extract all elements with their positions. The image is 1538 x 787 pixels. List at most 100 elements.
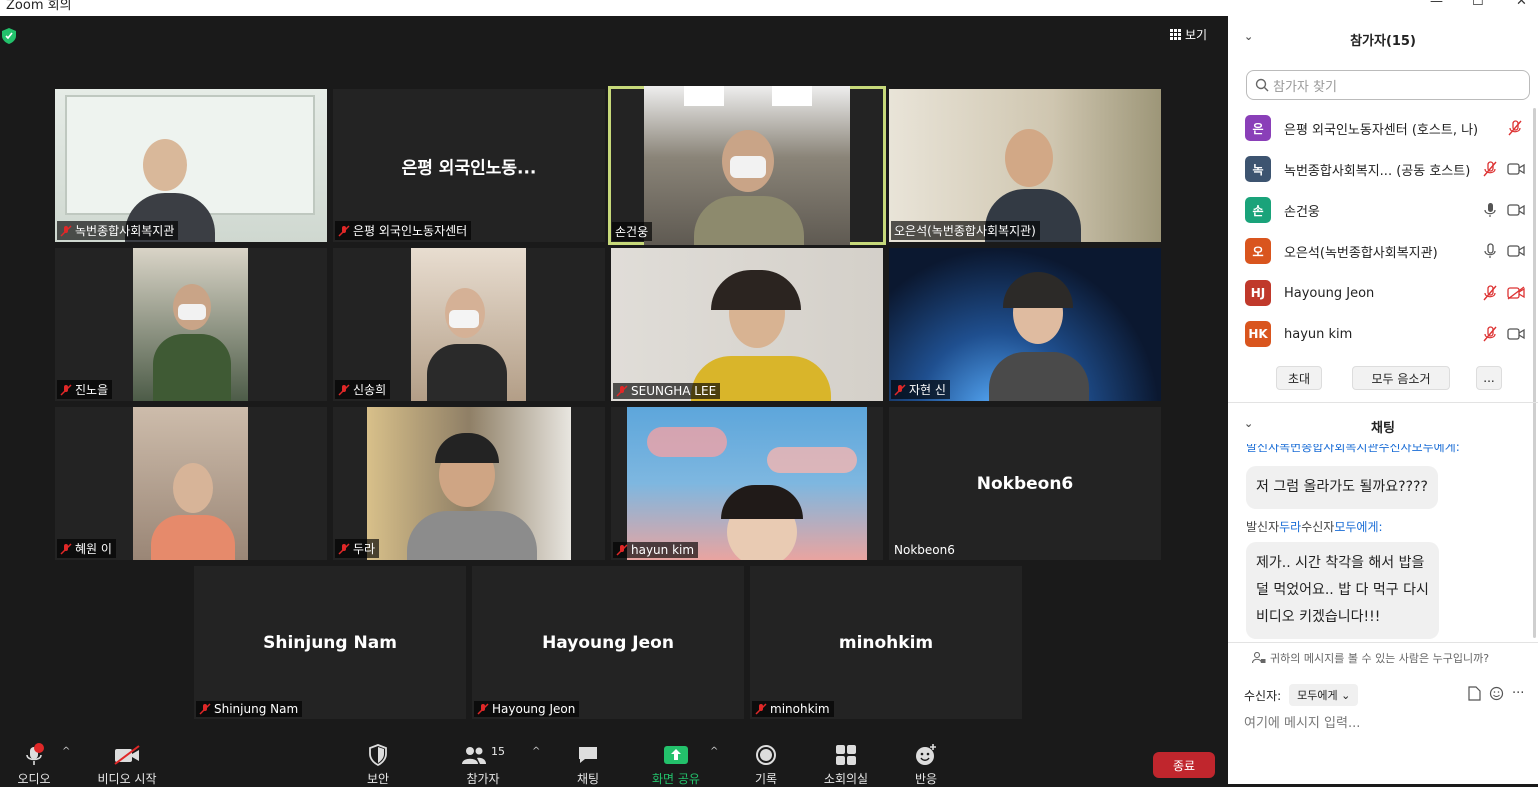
more-chat-options-icon[interactable]: ··· <box>1512 686 1524 701</box>
video-tile-9[interactable]: 혜원 이 <box>55 407 327 560</box>
participant-row[interactable]: HK hayun kim <box>1228 314 1538 354</box>
audio-options-caret[interactable]: ^ <box>62 746 70 757</box>
file-icon[interactable] <box>1468 686 1481 701</box>
minimize-button[interactable]: — <box>1430 0 1443 9</box>
video-on-icon <box>1507 245 1525 257</box>
close-button[interactable]: ✕ <box>1516 0 1527 9</box>
participant-row[interactable]: HJ Hayoung Jeon <box>1228 273 1538 313</box>
video-tile-1[interactable]: 녹번종합사회복지관 <box>55 89 327 242</box>
record-button[interactable]: 기록 <box>726 742 806 787</box>
avatar: 녹 <box>1245 156 1271 182</box>
tile-name: 오은석(녹번종합사회복지관) <box>894 224 1036 238</box>
participant-row[interactable]: 은 은평 외국인노동자센터 (호스트, 나) <box>1228 108 1538 148</box>
tile-display-name: Shinjung Nam <box>263 632 397 653</box>
tile-name-bar: Shinjung Nam <box>196 701 303 717</box>
tile-name: Nokbeon6 <box>894 543 955 557</box>
video-tile-14[interactable]: Hayoung Jeon Hayoung Jeon <box>472 566 744 719</box>
reactions-button[interactable]: 반응 <box>886 742 966 787</box>
collapse-chevron-icon[interactable]: ⌄ <box>1244 30 1253 43</box>
participant-row[interactable]: 오 오은석(녹번종합사회복지관) <box>1228 231 1538 271</box>
mic-muted-icon <box>338 383 350 396</box>
recipient-dropdown[interactable]: 모두에게 ⌄ <box>1289 684 1359 706</box>
mute-all-button[interactable]: 모두 음소거 <box>1352 366 1450 390</box>
video-feed <box>133 248 248 401</box>
participant-search-input[interactable]: 참가자 찾기 <box>1246 70 1530 100</box>
tile-name-bar: Nokbeon6 <box>891 542 959 558</box>
avatar: 손 <box>1245 197 1271 223</box>
reaction-emoji-icon <box>916 744 936 765</box>
breakout-rooms-button[interactable]: 소회의실 <box>806 742 886 787</box>
tile-name-bar: 두라 <box>335 539 380 558</box>
view-button[interactable]: 보기 <box>1170 26 1207 43</box>
video-tile-2[interactable]: 은평 외국인노동... 은평 외국인노동자센터 <box>333 89 605 242</box>
mic-muted-icon <box>60 224 72 237</box>
participant-name: 오은석(녹번종합사회복지관) <box>1284 245 1438 261</box>
share-screen-label: 화면 공유 <box>652 772 700 786</box>
video-tile-5[interactable]: 진노을 <box>55 248 327 401</box>
video-feed <box>644 86 850 245</box>
window-title: Zoom 회의 <box>6 0 72 13</box>
video-feed <box>889 248 1161 401</box>
microphone-icon <box>26 743 44 765</box>
tile-name: SEUNGHA LEE <box>631 384 717 398</box>
mic-muted-icon <box>1508 120 1522 136</box>
tile-name-bar: 진노을 <box>57 380 113 399</box>
participants-count: 15 <box>491 744 505 758</box>
participants-options-caret[interactable]: ^ <box>532 746 540 757</box>
chat-message-input[interactable]: 여기에 메시지 입력... <box>1244 712 1360 731</box>
participants-button[interactable]: 15 참가자 <box>443 742 523 787</box>
participants-title: 참가자(15) <box>1350 34 1416 49</box>
video-tile-6[interactable]: 신송희 <box>333 248 605 401</box>
share-screen-button[interactable]: 화면 공유 <box>636 742 716 787</box>
participant-row[interactable]: 손 손건웅 <box>1228 190 1538 230</box>
chat-message: 제가.. 시간 착각을 해서 밥을 덜 먹었어요.. 밥 다 먹구 다시 비디오… <box>1246 542 1439 639</box>
avatar: HK <box>1245 321 1271 347</box>
mic-muted-icon <box>616 544 628 556</box>
chat-button[interactable]: 채팅 <box>548 742 628 787</box>
start-video-button[interactable]: 비디오 시작 <box>87 742 167 787</box>
participant-name: 은평 외국인노동자센터 (호스트, 나) <box>1284 122 1479 138</box>
chat-title: 채팅 <box>1371 421 1395 436</box>
video-tile-7[interactable]: SEUNGHA LEE <box>611 248 883 401</box>
view-button-label: 보기 <box>1185 28 1208 42</box>
participant-row[interactable]: 녹 녹번종합사회복지... (공동 호스트) <box>1228 149 1538 189</box>
tile-name: 진노을 <box>75 383 109 397</box>
chat-sender[interactable]: 두라 <box>1279 520 1301 534</box>
panel-divider <box>1228 402 1538 403</box>
video-tile-3-active-speaker[interactable]: 손건웅 <box>608 86 886 245</box>
share-options-caret[interactable]: ^ <box>710 746 718 757</box>
video-tile-4[interactable]: 오은석(녹번종합사회복지관) <box>889 89 1161 242</box>
emoji-icon[interactable] <box>1489 686 1504 701</box>
audio-label: 오디오 <box>17 772 51 786</box>
grid-icon <box>1170 29 1181 40</box>
mic-muted-icon <box>755 703 767 715</box>
participants-label: 참가자 <box>466 772 500 786</box>
end-meeting-button[interactable]: 종료 <box>1153 752 1215 778</box>
mic-muted-icon <box>338 224 350 237</box>
more-options-button[interactable]: ... <box>1476 366 1502 390</box>
chat-recipient[interactable]: 모두에게: <box>1334 520 1382 534</box>
collapse-chevron-icon[interactable]: ⌄ <box>1244 417 1253 430</box>
tile-display-name: Hayoung Jeon <box>542 632 674 653</box>
mic-muted-icon <box>60 383 72 396</box>
invite-button[interactable]: 초대 <box>1276 366 1322 390</box>
video-tile-11[interactable]: hayun kim <box>611 407 883 560</box>
video-tile-8[interactable]: 자현 신 <box>889 248 1161 401</box>
tile-name: 혜원 이 <box>75 542 112 556</box>
who-can-see-link[interactable]: 귀하의 메시지를 볼 수 있는 사람은 누구입니까? <box>1252 650 1489 666</box>
meeting-toolbar: 오디오 ^ 비디오 시작 보안 15 참가자 ^ 채팅 화면 공유 ^ 기록 소… <box>0 736 1228 787</box>
tile-name-bar: SEUNGHA LEE <box>613 383 721 399</box>
mic-muted-icon <box>477 703 489 715</box>
tile-display-name: minohkim <box>838 632 934 653</box>
security-button[interactable]: 보안 <box>338 742 418 787</box>
video-tile-13[interactable]: Shinjung Nam Shinjung Nam <box>194 566 466 719</box>
who-can-see-text: 귀하의 메시지를 볼 수 있는 사람은 누구입니까? <box>1270 652 1490 665</box>
tile-name-bar: 혜원 이 <box>57 539 116 558</box>
maximize-button[interactable]: ☐ <box>1472 0 1484 9</box>
share-screen-icon <box>664 746 688 764</box>
video-tile-12[interactable]: Nokbeon6 Nokbeon6 <box>889 407 1161 560</box>
mic-on-icon <box>1484 203 1496 217</box>
encryption-shield-icon[interactable] <box>2 28 16 44</box>
video-tile-10[interactable]: 두라 <box>333 407 605 560</box>
video-tile-15[interactable]: minohkim minohkim <box>750 566 1022 719</box>
